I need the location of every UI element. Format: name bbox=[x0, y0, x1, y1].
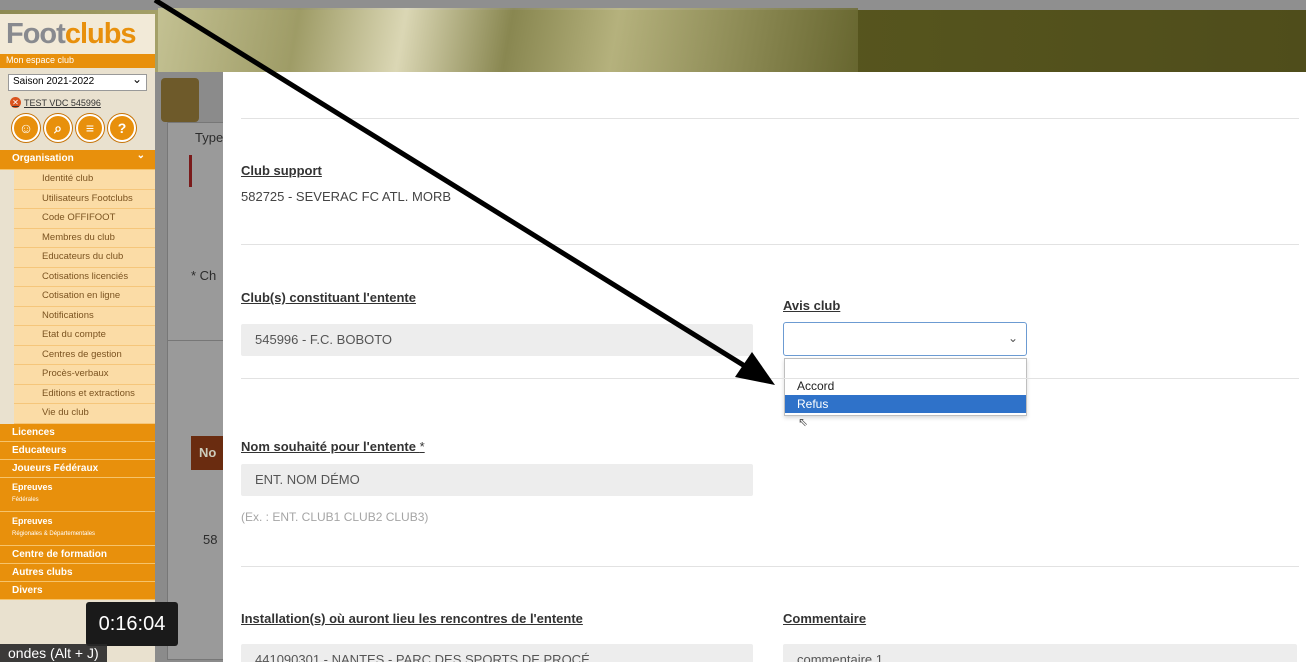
video-timestamp: 0:16:04 bbox=[86, 602, 178, 646]
menu-divers[interactable]: Divers bbox=[0, 581, 155, 600]
background-num-label: 58 bbox=[203, 532, 218, 547]
menu-epreuves-regionales-label: Epreuves bbox=[12, 515, 53, 526]
menu-epreuves-regionales[interactable]: Epreuves Régionales & Départementales bbox=[0, 511, 155, 546]
commentaire-label: Commentaire bbox=[783, 611, 867, 626]
season-select[interactable]: Saison 2021-2022 bbox=[8, 72, 147, 91]
tool-icons: ☺ ⌕ ≡ ? bbox=[12, 114, 155, 142]
header-banner bbox=[0, 0, 1306, 72]
menu-licences[interactable]: Licences bbox=[0, 423, 155, 442]
menu-item-editions[interactable]: Editions et extractions bbox=[14, 384, 155, 404]
constituent-club-field: 545996 - F.C. BOBOTO bbox=[241, 324, 753, 356]
menu-item-etat-compte[interactable]: Etat du compte bbox=[14, 326, 155, 346]
background-page-overlay: Type * Ch No 58 bbox=[155, 72, 231, 662]
help-icon[interactable]: ? bbox=[108, 114, 136, 142]
menu-item-utilisateurs[interactable]: Utilisateurs Footclubs bbox=[14, 189, 155, 209]
background-type-label: Type bbox=[195, 130, 224, 145]
menu-item-identite[interactable]: Identité club bbox=[14, 170, 155, 190]
constituent-clubs-label: Club(s) constituant l'entente bbox=[241, 290, 416, 305]
menu-epreuves-federales-label: Epreuves bbox=[12, 481, 53, 492]
installation-field[interactable]: 441090301 - NANTES - PARC DES SPORTS DE … bbox=[241, 644, 753, 662]
option-accord[interactable]: Accord bbox=[785, 377, 1026, 395]
avis-club-select[interactable]: ⌄ bbox=[783, 322, 1027, 356]
logo-subtitle: Mon espace club bbox=[0, 54, 155, 68]
required-marker: * bbox=[419, 439, 425, 454]
menu-joueurs-federaux[interactable]: Joueurs Fédéraux bbox=[0, 459, 155, 478]
video-hotkey-hint: ondes (Alt + J) bbox=[0, 644, 107, 662]
footclubs-logo[interactable]: Footclubs Mon espace club bbox=[0, 14, 155, 68]
fff-logo-icon bbox=[161, 78, 199, 122]
commentaire-field[interactable]: commentaire 1 bbox=[783, 644, 1297, 662]
club-support-label: Club support bbox=[241, 163, 322, 178]
divider bbox=[241, 566, 1299, 567]
background-panel bbox=[167, 122, 227, 372]
installation-label: Installation(s) où auront lieu les renco… bbox=[241, 611, 583, 626]
menu-item-cotisation-ligne[interactable]: Cotisation en ligne bbox=[14, 287, 155, 307]
sidebar: Footclubs Mon espace club Saison 2021-20… bbox=[0, 14, 155, 662]
menu-item-offifoot[interactable]: Code OFFIFOOT bbox=[14, 209, 155, 229]
menu-educateurs[interactable]: Educateurs bbox=[0, 441, 155, 460]
entente-name-input[interactable]: ENT. NOM DÉMO bbox=[241, 464, 753, 496]
close-icon[interactable]: ✕ bbox=[10, 97, 21, 108]
menu-item-centres-gestion[interactable]: Centres de gestion bbox=[14, 345, 155, 365]
menu-item-membres[interactable]: Membres du club bbox=[14, 228, 155, 248]
avis-club-dropdown: Accord Refus bbox=[784, 358, 1027, 416]
chevron-down-icon: ⌄ bbox=[1008, 331, 1019, 345]
menu-item-educateurs-club[interactable]: Educateurs du club bbox=[14, 248, 155, 268]
menu-epreuves-federales[interactable]: Epreuves Fédérales bbox=[0, 477, 155, 512]
logo-clubs: clubs bbox=[64, 18, 137, 50]
entente-name-hint: (Ex. : ENT. CLUB1 CLUB2 CLUB3) bbox=[241, 510, 429, 524]
menu-epreuves-federales-sub: Fédérales bbox=[12, 496, 39, 503]
mouse-cursor-icon: ⇖ bbox=[798, 415, 809, 429]
menu-item-vie-club[interactable]: Vie du club bbox=[14, 404, 155, 424]
user-icon[interactable]: ☺ bbox=[12, 114, 40, 142]
club-id-label: TEST VDC 545996 bbox=[24, 97, 101, 108]
menu-autres-clubs[interactable]: Autres clubs bbox=[0, 563, 155, 582]
menu-organisation[interactable]: Organisation bbox=[0, 150, 155, 170]
entente-modal: Club support 582725 - SEVERAC FC ATL. MO… bbox=[223, 72, 1306, 662]
menu-item-notifications[interactable]: Notifications bbox=[14, 306, 155, 326]
menu-item-cotisations[interactable]: Cotisations licenciés bbox=[14, 267, 155, 287]
entente-name-label: Nom souhaité pour l'entente * bbox=[241, 439, 425, 454]
menu-centre-formation[interactable]: Centre de formation bbox=[0, 545, 155, 564]
search-icon[interactable]: ⌕ bbox=[44, 114, 72, 142]
option-refus[interactable]: Refus bbox=[785, 395, 1026, 413]
avis-club-label: Avis club bbox=[783, 298, 841, 313]
document-icon[interactable]: ≡ bbox=[76, 114, 104, 142]
banner-photo bbox=[158, 8, 858, 72]
menu-item-proces-verbaux[interactable]: Procès-verbaux bbox=[14, 365, 155, 385]
club-support-value: 582725 - SEVERAC FC ATL. MORB bbox=[241, 189, 451, 204]
sidebar-menu: Organisation Identité club Utilisateurs … bbox=[0, 150, 155, 600]
background-ch-label: * Ch bbox=[191, 268, 217, 283]
logo-foot: Foot bbox=[6, 18, 66, 50]
menu-epreuves-regionales-sub: Régionales & Départementales bbox=[12, 530, 96, 537]
background-red-bar bbox=[189, 155, 192, 187]
divider bbox=[241, 378, 1299, 379]
current-club-link[interactable]: ✕ TEST VDC 545996 bbox=[10, 97, 155, 108]
divider bbox=[241, 118, 1299, 119]
divider bbox=[241, 244, 1299, 245]
entente-name-label-text: Nom souhaité pour l'entente bbox=[241, 439, 416, 454]
